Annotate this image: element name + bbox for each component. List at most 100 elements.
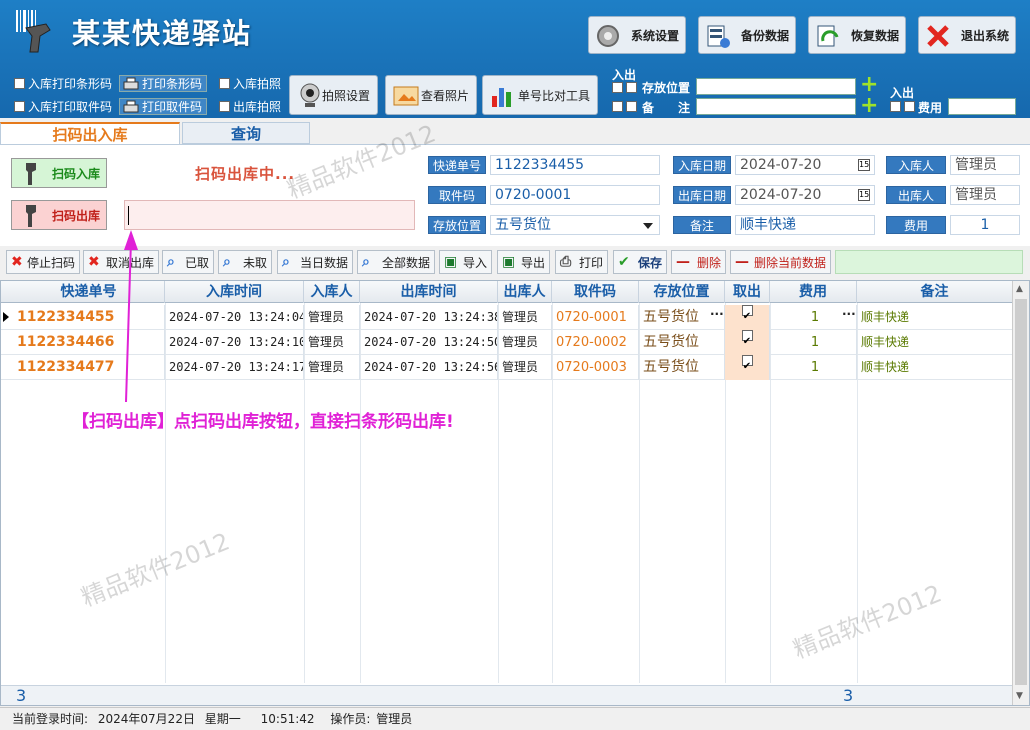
cell-out-person[interactable]: 管理员: [498, 330, 552, 355]
note-out-checkbox[interactable]: [626, 101, 637, 112]
backup-data-button[interactable]: 备份数据: [698, 16, 796, 54]
stop-scan-button[interactable]: ✖ 停止扫码: [6, 250, 80, 274]
cell-out-time[interactable]: 2024-07-20 13:24:50: [360, 330, 498, 355]
photo-in-checkbox[interactable]: [219, 78, 230, 89]
save-button[interactable]: ✔ 保存: [613, 250, 667, 274]
column-header-note[interactable]: 备注: [857, 281, 1013, 303]
table-row[interactable]: 1122334477 2024-07-20 13:24:17 管理员 2024-…: [1, 355, 1013, 380]
calendar-icon[interactable]: 15: [858, 189, 870, 201]
cell-location[interactable]: 五号货位: [639, 330, 725, 355]
tab-query[interactable]: 查询: [182, 122, 310, 144]
calendar-icon[interactable]: 15: [858, 159, 870, 171]
column-header-out-person[interactable]: 出库人: [498, 281, 552, 303]
cell-note[interactable]: 顺丰快递: [857, 330, 1013, 355]
fee-input[interactable]: [948, 98, 1016, 115]
add-storage-icon[interactable]: +: [860, 74, 878, 96]
delete-current-button[interactable]: — 删除当前数据: [730, 250, 831, 274]
scroll-up-icon[interactable]: ▲: [1016, 284, 1023, 294]
table-row[interactable]: 1122334455 2024-07-20 13:24:04 管理员 2024-…: [1, 305, 1013, 330]
scan-in-button[interactable]: 扫码入库: [11, 158, 107, 188]
cell-pickup[interactable]: 0720-0001: [552, 305, 639, 330]
photo-settings-button[interactable]: 拍照设置: [289, 75, 378, 115]
column-header-in-time[interactable]: 入库时间: [165, 281, 304, 303]
in-person-field[interactable]: 管理员: [950, 155, 1020, 175]
print-button[interactable]: ⎙ 打印: [555, 250, 608, 274]
storage-location-select[interactable]: 五号货位: [490, 215, 660, 235]
import-button[interactable]: ▣ 导入: [439, 250, 492, 274]
column-header-tracking[interactable]: 快递单号: [13, 281, 165, 303]
storage-location-input[interactable]: [696, 78, 856, 95]
cell-out-time[interactable]: 2024-07-20 13:24:56: [360, 355, 498, 380]
scan-barcode-input[interactable]: [124, 200, 415, 230]
tab-scan-inout[interactable]: 扫码出入库: [0, 122, 180, 144]
taken-checkbox[interactable]: [741, 305, 753, 316]
cell-tracking[interactable]: 1122334466: [13, 330, 165, 355]
view-photos-button[interactable]: 查看照片: [385, 75, 477, 115]
cell-out-time[interactable]: 2024-07-20 13:24:38: [360, 305, 498, 330]
cell-in-person[interactable]: 管理员: [304, 305, 360, 330]
cell-fee[interactable]: 1: [770, 355, 857, 380]
out-person-field[interactable]: 管理员: [950, 185, 1020, 205]
cell-location[interactable]: 五号货位: [639, 355, 725, 380]
fee-out-checkbox[interactable]: [904, 101, 915, 112]
storage-out-checkbox[interactable]: [626, 82, 637, 93]
cell-note[interactable]: 顺丰快递: [857, 305, 1013, 330]
cell-in-time[interactable]: 2024-07-20 13:24:17: [165, 355, 304, 380]
in-date-field[interactable]: 2024-07-20 15: [735, 155, 875, 175]
pickup-code-field[interactable]: 0720-0001: [490, 185, 660, 205]
cell-tracking[interactable]: 1122334477: [13, 355, 165, 380]
fee-in-checkbox[interactable]: [890, 101, 901, 112]
records-grid[interactable]: 快递单号 入库时间 入库人 出库时间 出库人 取件码 存放位置 取出 费用 备注…: [0, 280, 1030, 706]
note-field[interactable]: 顺丰快递: [735, 215, 875, 235]
column-header-pickup[interactable]: 取件码: [552, 281, 639, 303]
tracking-number-field[interactable]: 1122334455: [490, 155, 660, 175]
all-data-button[interactable]: ⌕ 全部数据: [357, 250, 435, 274]
system-settings-button[interactable]: 系统设置: [588, 16, 686, 54]
cell-taken[interactable]: [725, 355, 770, 380]
cell-note[interactable]: 顺丰快递: [857, 355, 1013, 380]
compare-tool-button[interactable]: 单号比对工具: [482, 75, 598, 115]
cell-taken[interactable]: [725, 305, 770, 330]
cell-in-time[interactable]: 2024-07-20 13:24:10: [165, 330, 304, 355]
cell-taken[interactable]: [725, 330, 770, 355]
delete-button[interactable]: — 删除: [671, 250, 726, 274]
cell-tracking[interactable]: 1122334455: [13, 305, 165, 330]
cell-fee[interactable]: 1: [770, 330, 857, 355]
column-header-taken[interactable]: 取出: [725, 281, 770, 303]
not-taken-filter-button[interactable]: ⌕ 未取: [218, 250, 272, 274]
print-barcode-in-option[interactable]: 入库打印条形码: [14, 75, 112, 92]
export-button[interactable]: ▣ 导出: [497, 250, 550, 274]
today-data-button[interactable]: ⌕ 当日数据: [277, 250, 353, 274]
cell-pickup[interactable]: 0720-0003: [552, 355, 639, 380]
exit-system-button[interactable]: 退出系统: [918, 16, 1016, 54]
note-input[interactable]: [696, 98, 856, 115]
cell-in-time[interactable]: 2024-07-20 13:24:04: [165, 305, 304, 330]
add-note-icon[interactable]: +: [860, 95, 878, 117]
fee-field[interactable]: 1: [950, 215, 1020, 235]
taken-checkbox[interactable]: [741, 355, 753, 366]
vertical-scrollbar[interactable]: ▲ ▼: [1012, 281, 1029, 705]
scroll-down-icon[interactable]: ▼: [1016, 691, 1023, 701]
cancel-out-button[interactable]: ✖ 取消出库: [83, 250, 159, 274]
cell-pickup[interactable]: 0720-0002: [552, 330, 639, 355]
column-header-fee[interactable]: 费用: [770, 281, 857, 303]
column-header-location[interactable]: 存放位置: [639, 281, 725, 303]
print-barcode-button[interactable]: 打印条形码: [119, 75, 208, 92]
column-header-out-time[interactable]: 出库时间: [360, 281, 498, 303]
taken-filter-button[interactable]: ⌕ 已取: [162, 250, 214, 274]
photo-out-checkbox[interactable]: [219, 101, 230, 112]
out-date-field[interactable]: 2024-07-20 15: [735, 185, 875, 205]
column-header-in-person[interactable]: 入库人: [304, 281, 360, 303]
taken-checkbox[interactable]: [741, 330, 753, 341]
scan-out-button[interactable]: 扫码出库: [11, 200, 107, 230]
table-row[interactable]: 1122334466 2024-07-20 13:24:10 管理员 2024-…: [1, 330, 1013, 355]
print-pickup-button[interactable]: 打印取件码: [119, 98, 208, 115]
photo-out-option[interactable]: 出库拍照: [219, 98, 281, 115]
location-ellipsis-icon[interactable]: ···: [710, 307, 724, 321]
cell-out-person[interactable]: 管理员: [498, 355, 552, 380]
print-pickup-in-option[interactable]: 入库打印取件码: [14, 98, 112, 115]
restore-data-button[interactable]: 恢复数据: [808, 16, 906, 54]
cell-in-person[interactable]: 管理员: [304, 355, 360, 380]
scrollbar-thumb[interactable]: [1015, 299, 1027, 685]
fee-ellipsis-icon[interactable]: ···: [842, 307, 856, 321]
